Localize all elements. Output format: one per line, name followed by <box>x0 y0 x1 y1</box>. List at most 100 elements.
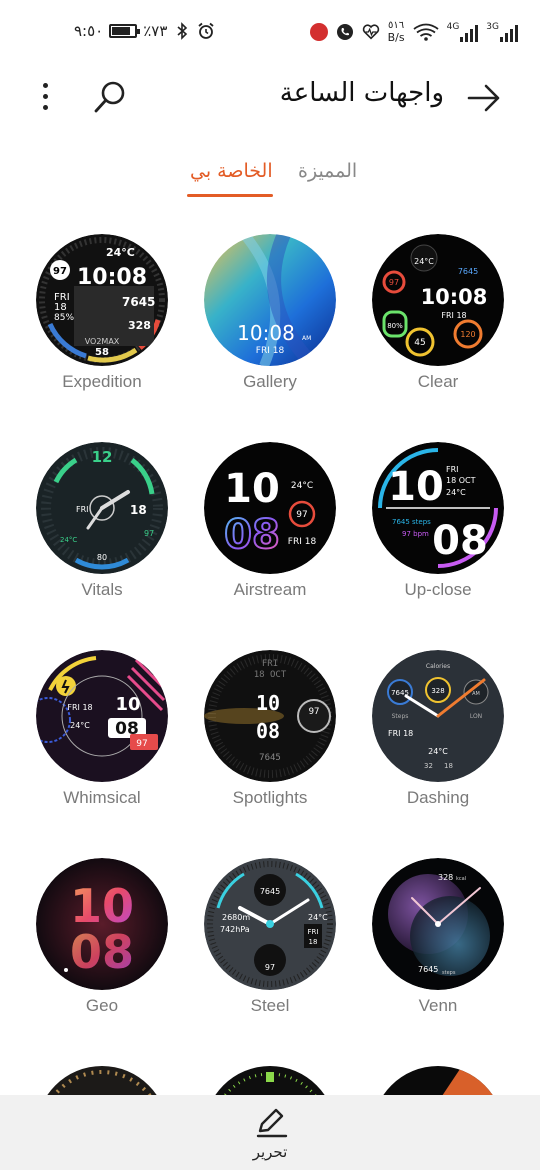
app-header: واجهات الساعة <box>0 62 540 132</box>
signal-1-icon <box>460 24 479 42</box>
edit-button[interactable]: تحرير <box>240 1105 300 1165</box>
watch-face-airstream[interactable]: 10 08 24°C 97 FRI 18 Airstream <box>186 440 354 648</box>
spotlights-day: FRI <box>262 659 278 669</box>
search-icon[interactable] <box>90 78 130 118</box>
watch-face-whimsical[interactable]: 10 08 FRI 18 24°C 97 Whimsical <box>18 648 186 856</box>
battery-icon <box>109 24 141 38</box>
more-vertical-icon[interactable] <box>30 76 60 116</box>
watch-face-label: Spotlights <box>232 788 308 807</box>
tab-bar: الخاصة بي المميزة <box>0 160 540 200</box>
airstream-hr: 97 <box>296 510 307 520</box>
gallery-date: FRI 18 <box>256 346 285 356</box>
expedition-steps: 7645 <box>122 295 155 309</box>
upclose-temp: 24°C <box>446 488 466 497</box>
watch-face-clear[interactable]: 24°C 7645 97 10:08 FRI 18 80% 45 120 Cle… <box>354 232 522 440</box>
vitals-cal: 80 <box>97 553 107 562</box>
dashing-am: AM <box>472 691 480 697</box>
dashing-temp: 24°C <box>428 747 448 756</box>
watch-face-thumbnail[interactable]: 12 FRI 18 24°C 97 80 <box>36 442 168 574</box>
watch-face-venn[interactable]: 328 kcal 7645 steps Venn <box>354 856 522 1064</box>
expedition-vo2-val: 58 <box>95 347 109 358</box>
tab-featured[interactable]: المميزة <box>298 160 357 182</box>
spotlights-hr: 97 <box>309 707 320 717</box>
status-right: ٥١٦ B/s 4G 3G <box>309 20 518 44</box>
vitals-hr: 97 <box>144 529 154 538</box>
watch-face-thumbnail[interactable]: 328 kcal 7645 steps <box>372 858 504 990</box>
watch-face-upclose[interactable]: 10 FRI 18 OCT 24°C 7645 steps 97 bpm 08 … <box>354 440 522 648</box>
watch-face-spotlights[interactable]: FRI 18 OCT 10 08 97 7645 Spotlights <box>186 648 354 856</box>
network-speed-unit: B/s <box>387 31 405 44</box>
watch-face-thumbnail[interactable]: 97 24°C 10:08 FRI 18 85% 7645 328 VO2MAX… <box>36 234 168 366</box>
watch-face-label: Vitals <box>81 580 123 599</box>
dashing-date: FRI 18 <box>388 729 413 738</box>
steel-temp: 24°C <box>308 913 328 922</box>
pencil-icon <box>254 1105 288 1143</box>
vitals-temp: 24°C <box>60 536 77 544</box>
status-left: ٩:٥٠ ٪٧٣ <box>74 22 215 40</box>
watch-face-label: Whimsical <box>63 788 141 807</box>
arrow-right-icon[interactable] <box>466 80 502 116</box>
signal-2-icon <box>500 24 518 42</box>
whimsical-temp: 24°C <box>70 721 90 730</box>
watch-face-partial-3[interactable] <box>354 1064 522 1095</box>
clear-temp: 24°C <box>414 257 434 266</box>
clear-time: 10:08 <box>421 285 488 309</box>
watch-face-thumbnail[interactable]: FRI 18 OCT 10 08 97 7645 <box>204 650 336 782</box>
watch-face-thumbnail[interactable] <box>372 1066 504 1095</box>
watch-face-thumbnail[interactable]: 10 08 FRI 18 24°C 97 <box>36 650 168 782</box>
clear-act: 45 <box>414 338 425 348</box>
watch-face-thumbnail[interactable] <box>204 1066 336 1095</box>
wifi-icon <box>413 23 439 41</box>
watch-face-partial-2[interactable] <box>186 1064 354 1095</box>
watch-face-thumbnail[interactable]: 10 08 24°C 97 FRI 18 <box>204 442 336 574</box>
expedition-cal: 328 <box>128 319 151 332</box>
expedition-date: 18 <box>54 302 67 313</box>
expedition-temp: 24°C <box>106 246 135 259</box>
active-tab-indicator <box>187 194 273 197</box>
steel-alt: 2680m <box>222 913 250 922</box>
gallery-time: 10:08 <box>237 321 295 345</box>
watch-face-expedition[interactable]: 97 24°C 10:08 FRI 18 85% 7645 328 VO2MAX… <box>18 232 186 440</box>
watch-face-geo[interactable]: 10 08 Geo <box>18 856 186 1064</box>
watch-face-thumbnail[interactable]: 24°C 7645 97 10:08 FRI 18 80% 45 120 <box>372 234 504 366</box>
watch-face-thumbnail[interactable]: 10 FRI 18 OCT 24°C 7645 steps 97 bpm 08 <box>372 442 504 574</box>
airstream-temp: 24°C <box>291 481 313 491</box>
gallery-ampm: AM <box>302 335 311 342</box>
steel-steps: 7645 <box>260 887 280 896</box>
vitals-hour: 12 <box>92 448 113 466</box>
watch-face-steel[interactable]: 7645 2680m 742hPa 24°C FRI 18 97 Steel <box>186 856 354 1064</box>
watch-face-label: Venn <box>418 996 458 1015</box>
watch-face-label: Up-close <box>404 580 472 599</box>
battery-percent: ٪٧٣ <box>143 22 168 40</box>
watch-face-dashing[interactable]: Calories 7645 328 AM Steps LON FRI 18 24… <box>354 648 522 856</box>
watch-face-partial-1[interactable] <box>18 1064 186 1095</box>
dashing-steps-label: Steps <box>392 713 409 720</box>
watch-face-vitals[interactable]: 12 FRI 18 24°C 97 80 Vitals <box>18 440 186 648</box>
airstream-date: FRI 18 <box>288 537 317 547</box>
signal-2-label: 3G <box>486 22 499 32</box>
airstream-min: 08 <box>224 512 280 558</box>
upclose-min: 08 <box>432 518 488 564</box>
clear-battery: 80% <box>387 322 403 330</box>
watch-face-thumbnail[interactable] <box>36 1066 168 1095</box>
tab-mine[interactable]: الخاصة بي <box>190 160 273 182</box>
watch-face-thumbnail[interactable]: 10 08 <box>36 858 168 990</box>
venn-cal-unit: kcal <box>456 876 466 882</box>
upclose-steps: 7645 steps <box>392 518 431 526</box>
upclose-hour: 10 <box>388 464 444 510</box>
watch-face-thumbnail[interactable]: 10:08 AM FRI 18 <box>204 234 336 366</box>
watch-face-gallery[interactable]: 10:08 AM FRI 18 Gallery <box>186 232 354 440</box>
bluetooth-icon <box>173 22 191 40</box>
watch-face-label: Steel <box>250 996 290 1015</box>
venn-cal: 328 <box>438 873 453 882</box>
clear-hr: 97 <box>389 278 399 287</box>
steel-day: FRI <box>308 928 319 936</box>
watch-face-thumbnail[interactable]: 7645 2680m 742hPa 24°C FRI 18 97 <box>204 858 336 990</box>
signal-1-label: 4G <box>446 22 460 32</box>
venn-steps-unit: steps <box>442 970 456 976</box>
clear-cal: 120 <box>460 330 475 339</box>
expedition-battery: 85% <box>54 313 74 323</box>
alarm-icon <box>197 22 215 40</box>
watch-face-thumbnail[interactable]: Calories 7645 328 AM Steps LON FRI 18 24… <box>372 650 504 782</box>
edit-label: تحرير <box>252 1143 288 1161</box>
